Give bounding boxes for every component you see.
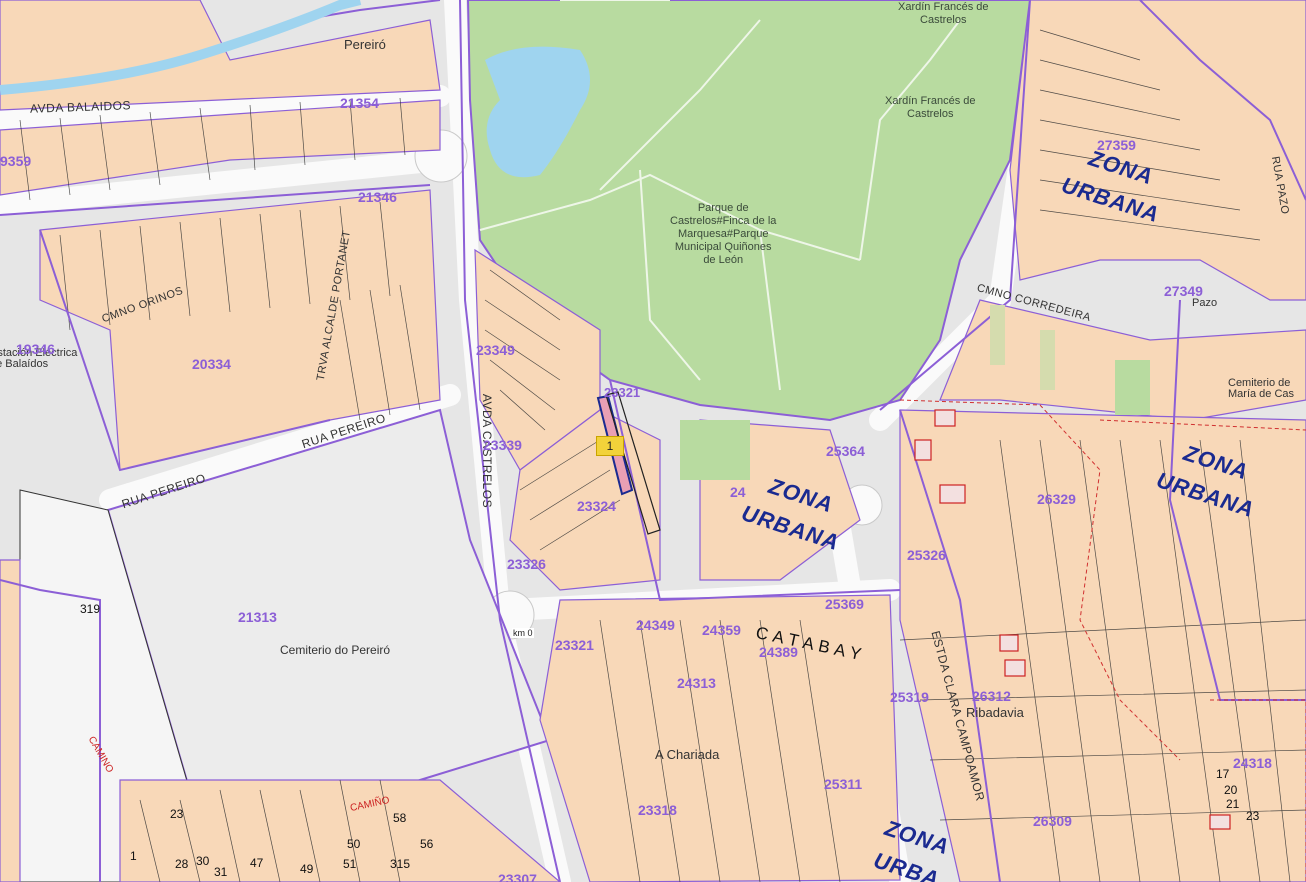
- place-chariada: A Chariada: [655, 747, 720, 762]
- street-avda-balaidos: AVDA BALAIDOS: [29, 98, 132, 116]
- parcel-number: 30: [196, 854, 210, 868]
- plot-label[interactable]: 23326: [507, 557, 546, 571]
- map-canvas[interactable]: [0, 0, 1306, 882]
- park-label-jardin-top: Xardín Francés de Castrelos: [898, 1, 989, 26]
- parcel-number: 28: [175, 857, 189, 871]
- place-pereiro: Pereiró: [344, 37, 386, 52]
- plot-label[interactable]: 25319: [890, 690, 929, 704]
- plot-label[interactable]: 23321: [555, 638, 594, 652]
- plot-label[interactable]: 26329: [1037, 492, 1076, 506]
- plot-label[interactable]: 20334: [192, 357, 231, 371]
- place-cemiterio-pereiro: Cemiterio do Pereiró: [280, 643, 391, 657]
- parcel-number: 51: [343, 857, 357, 871]
- parcel-number: 49: [300, 862, 314, 876]
- parcel-number: 56: [420, 837, 434, 851]
- plot-label[interactable]: 23318: [638, 803, 677, 817]
- parcel-number: 20: [1224, 783, 1238, 797]
- plot-label[interactable]: 25311: [824, 777, 862, 791]
- plot-label[interactable]: 23307: [498, 872, 537, 882]
- cadastral-map[interactable]: Xardín Francés de Castrelos Xardín Franc…: [0, 0, 1306, 882]
- plot-label[interactable]: 24313: [677, 676, 716, 690]
- plot-label[interactable]: 21313: [238, 610, 277, 624]
- plot-label[interactable]: 25364: [826, 444, 865, 458]
- park-label-main: Parque de Castrelos#Finca de la Marquesa…: [670, 202, 777, 266]
- parcel-number: 21: [1226, 797, 1240, 811]
- km-marker: km 0: [512, 628, 534, 638]
- parcel-number: 47: [250, 856, 264, 870]
- parcel-number: 1: [130, 849, 137, 863]
- parcel-number: 58: [393, 811, 407, 825]
- plot-label[interactable]: 23349: [476, 343, 515, 357]
- parcel-number: 23: [1246, 809, 1260, 823]
- plot-label[interactable]: 23321: [604, 386, 640, 399]
- plot-label[interactable]: 19346: [16, 342, 55, 356]
- plot-label[interactable]: 26312: [972, 689, 1011, 703]
- place-ribadavia: Ribadavia: [966, 705, 1024, 720]
- plot-label[interactable]: 27349: [1164, 284, 1203, 298]
- plot-label[interactable]: 24389: [759, 645, 798, 659]
- parcel-number: 31: [214, 865, 228, 879]
- park-label-jardin-mid: Xardín Francés de Castrelos: [885, 95, 976, 120]
- plot-label[interactable]: 24318: [1233, 756, 1272, 770]
- plot-label[interactable]: 21354: [340, 96, 379, 110]
- plot-label[interactable]: 24: [730, 485, 746, 499]
- plot-label[interactable]: 25369: [825, 597, 864, 611]
- plot-label[interactable]: 24359: [702, 623, 741, 637]
- place-cemiterio-maria: Cemiterio de María de Cas: [1228, 377, 1295, 400]
- selected-parcel-marker[interactable]: 1: [596, 436, 624, 456]
- plot-label[interactable]: 24349: [636, 618, 675, 632]
- plot-label[interactable]: 9359: [0, 154, 31, 168]
- parcel-number: 319: [80, 602, 101, 616]
- parcel-number: 50: [347, 837, 361, 851]
- plot-label[interactable]: 23339: [483, 438, 522, 452]
- plot-label[interactable]: 21346: [358, 190, 397, 204]
- parcel-number: 315: [390, 857, 411, 871]
- plot-label[interactable]: 23324: [577, 499, 616, 513]
- parcel-number: 23: [170, 807, 184, 821]
- parcel-number: 17: [1216, 767, 1230, 781]
- plot-label[interactable]: 25326: [907, 548, 946, 562]
- plot-label[interactable]: 26309: [1033, 814, 1072, 828]
- place-pazo: Pazo: [1192, 297, 1218, 309]
